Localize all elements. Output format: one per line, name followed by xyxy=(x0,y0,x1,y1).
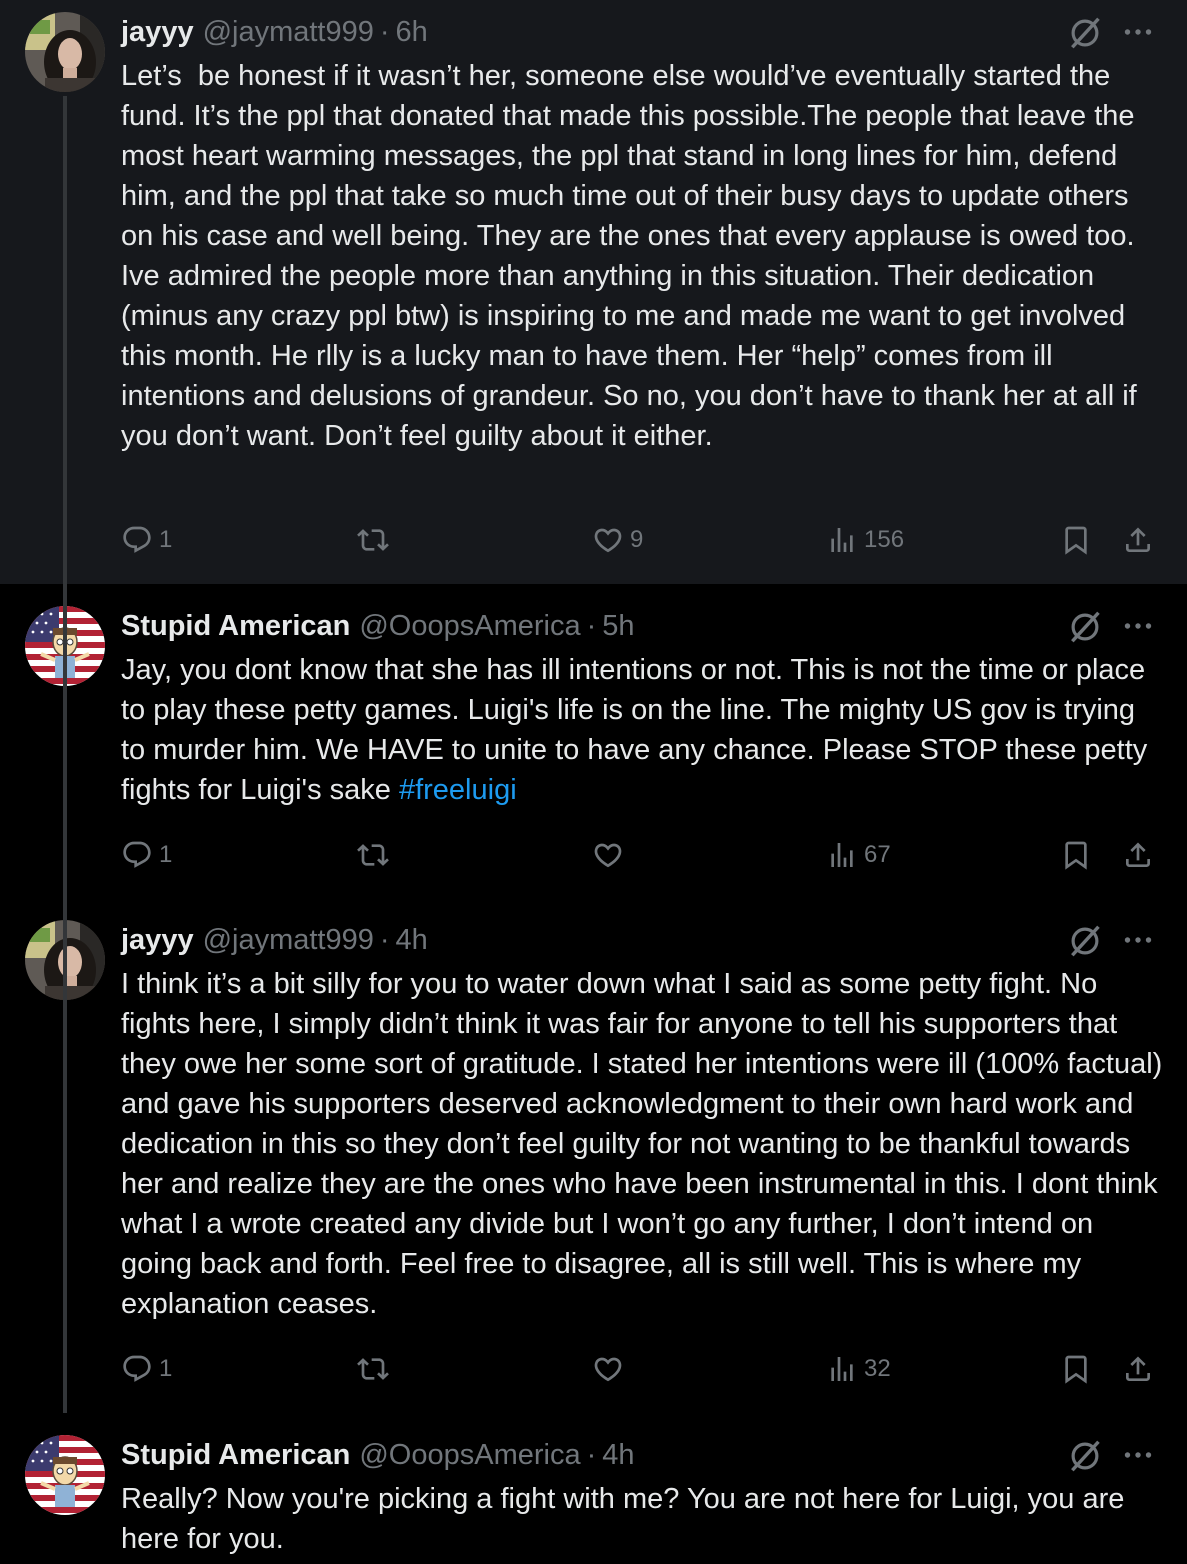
user-handle[interactable]: @OoopsAmerica xyxy=(359,610,580,643)
separator: · xyxy=(586,609,597,642)
avatar[interactable] xyxy=(25,1435,105,1515)
views-button[interactable]: 67 xyxy=(826,835,891,875)
retweet-icon xyxy=(357,839,389,871)
heart-icon xyxy=(592,1353,624,1385)
reply-count: 1 xyxy=(159,841,173,868)
heart-icon xyxy=(592,839,624,871)
views-icon xyxy=(826,1353,858,1385)
tweet-text: Let’s be honest if it wasn’t her, someon… xyxy=(121,56,1166,456)
tweet-2[interactable]: Stupid American @OoopsAmerica · 5h Jay, … xyxy=(0,594,1187,899)
separator: · xyxy=(379,15,390,48)
bookmark-button[interactable] xyxy=(1060,835,1092,875)
display-name[interactable]: jayyy xyxy=(121,16,194,49)
tweet-header: Stupid American @OoopsAmerica · 4h xyxy=(121,1436,635,1474)
view-count: 32 xyxy=(864,1355,891,1382)
bookmark-button[interactable] xyxy=(1060,1349,1092,1389)
retweet-button[interactable] xyxy=(357,1349,395,1389)
tweet-text-content: I think it’s a bit silly for you to wate… xyxy=(121,968,1171,1320)
profile-photo-icon xyxy=(25,12,105,92)
tweet-text-content: Jay, you dont know that she has ill inte… xyxy=(121,654,1156,806)
retweet-icon xyxy=(357,524,389,556)
like-button[interactable] xyxy=(592,835,630,875)
more-icon[interactable] xyxy=(1120,1437,1156,1473)
tweet-header: jayyy @jaymatt999 · 4h xyxy=(121,921,428,959)
timestamp[interactable]: 6h xyxy=(396,16,428,49)
bookmark-icon xyxy=(1060,524,1092,556)
tweet-text: Really? Now you're picking a fight with … xyxy=(121,1479,1166,1559)
share-button[interactable] xyxy=(1122,835,1154,875)
reply-count: 1 xyxy=(159,1355,173,1382)
grok-icon[interactable] xyxy=(1066,608,1104,646)
tweet-1[interactable]: jayyy @jaymatt999 · 6h Let’s be honest i… xyxy=(0,0,1187,584)
reply-icon xyxy=(121,524,153,556)
tweet-text: Jay, you dont know that she has ill inte… xyxy=(121,650,1166,810)
action-bar: 1 9 156 xyxy=(121,520,1166,560)
retweet-button[interactable] xyxy=(357,835,395,875)
bookmark-icon xyxy=(1060,1353,1092,1385)
reply-button[interactable]: 1 xyxy=(121,520,172,560)
timestamp[interactable]: 5h xyxy=(602,610,634,643)
reply-count: 1 xyxy=(159,526,173,553)
reply-button[interactable]: 1 xyxy=(121,835,172,875)
views-icon xyxy=(826,524,858,556)
share-icon xyxy=(1122,1353,1154,1385)
like-button[interactable]: 9 xyxy=(592,520,643,560)
bookmark-icon xyxy=(1060,839,1092,871)
tweet-4[interactable]: Stupid American @OoopsAmerica · 4h Reall… xyxy=(0,1423,1187,1564)
display-name[interactable]: Stupid American xyxy=(121,1439,350,1472)
thread-line xyxy=(63,96,67,1413)
grok-icon[interactable] xyxy=(1066,1437,1104,1475)
timestamp[interactable]: 4h xyxy=(396,924,428,957)
heart-icon xyxy=(592,524,624,556)
share-button[interactable] xyxy=(1122,520,1154,560)
share-button[interactable] xyxy=(1122,1349,1154,1389)
display-name[interactable]: Stupid American xyxy=(121,610,350,643)
view-count: 156 xyxy=(864,526,905,553)
tweet-text-content: Let’s be honest if it wasn’t her, someon… xyxy=(121,60,1145,452)
like-button[interactable] xyxy=(592,1349,630,1389)
reply-button[interactable]: 1 xyxy=(121,1349,172,1389)
reply-icon xyxy=(121,1353,153,1385)
hashtag-link[interactable]: #freeluigi xyxy=(399,774,517,806)
like-count: 9 xyxy=(630,526,644,553)
separator: · xyxy=(586,1438,597,1471)
grok-icon[interactable] xyxy=(1066,922,1104,960)
bookmark-button[interactable] xyxy=(1060,520,1092,560)
grok-icon[interactable] xyxy=(1066,14,1104,52)
separator: · xyxy=(379,923,390,956)
views-button[interactable]: 156 xyxy=(826,520,904,560)
share-icon xyxy=(1122,839,1154,871)
views-button[interactable]: 32 xyxy=(826,1349,891,1389)
us-flag-avatar-icon xyxy=(25,1435,105,1515)
tweet-3[interactable]: jayyy @jaymatt999 · 4h I think it’s a bi… xyxy=(0,908,1187,1418)
more-icon[interactable] xyxy=(1120,922,1156,958)
action-bar: 1 32 xyxy=(121,1349,1166,1389)
tweet-text: I think it’s a bit silly for you to wate… xyxy=(121,964,1166,1324)
user-handle[interactable]: @jaymatt999 xyxy=(203,16,374,49)
display-name[interactable]: jayyy xyxy=(121,924,194,957)
retweet-button[interactable] xyxy=(357,520,395,560)
tweet-header: jayyy @jaymatt999 · 6h xyxy=(121,13,428,51)
user-handle[interactable]: @OoopsAmerica xyxy=(359,1439,580,1472)
user-handle[interactable]: @jaymatt999 xyxy=(203,924,374,957)
timestamp[interactable]: 4h xyxy=(602,1439,634,1472)
share-icon xyxy=(1122,524,1154,556)
avatar[interactable] xyxy=(25,12,105,92)
more-icon[interactable] xyxy=(1120,608,1156,644)
more-icon[interactable] xyxy=(1120,14,1156,50)
tweet-text-content: Really? Now you're picking a fight with … xyxy=(121,1483,1133,1555)
views-icon xyxy=(826,839,858,871)
retweet-icon xyxy=(357,1353,389,1385)
action-bar: 1 67 xyxy=(121,835,1166,875)
reply-icon xyxy=(121,839,153,871)
tweet-header: Stupid American @OoopsAmerica · 5h xyxy=(121,607,635,645)
view-count: 67 xyxy=(864,841,891,868)
